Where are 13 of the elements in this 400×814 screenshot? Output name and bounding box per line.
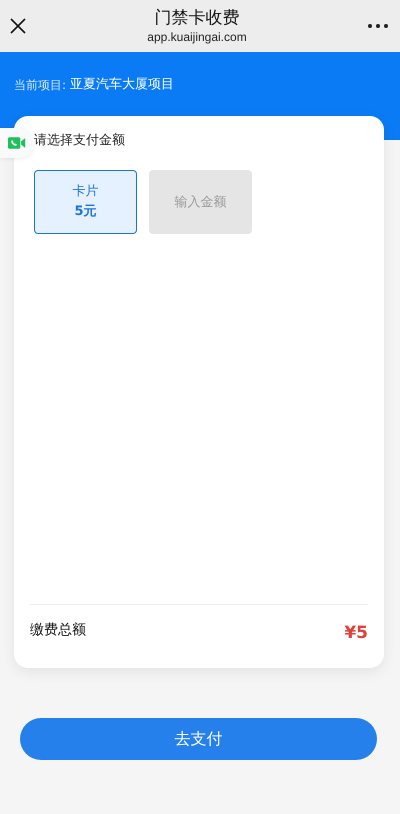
close-icon[interactable]: [10, 18, 26, 34]
project-label: 当前项目:: [14, 77, 66, 94]
page-url: app.kuaijingai.com: [147, 29, 247, 45]
amount-option[interactable]: 卡片 5元: [34, 170, 137, 234]
section-title: 请选择支付金额: [34, 132, 126, 150]
video-call-icon: [8, 137, 26, 149]
pay-button[interactable]: 去支付: [20, 718, 377, 760]
total-label: 缴费总额: [30, 621, 86, 639]
page-title: 门禁卡收费: [154, 7, 240, 29]
more-icon[interactable]: [368, 24, 388, 28]
project-name: 亚夏汽车大厦项目: [70, 76, 174, 94]
amount-input[interactable]: 输入金额: [149, 170, 252, 234]
total-amount: ¥5: [344, 623, 368, 643]
